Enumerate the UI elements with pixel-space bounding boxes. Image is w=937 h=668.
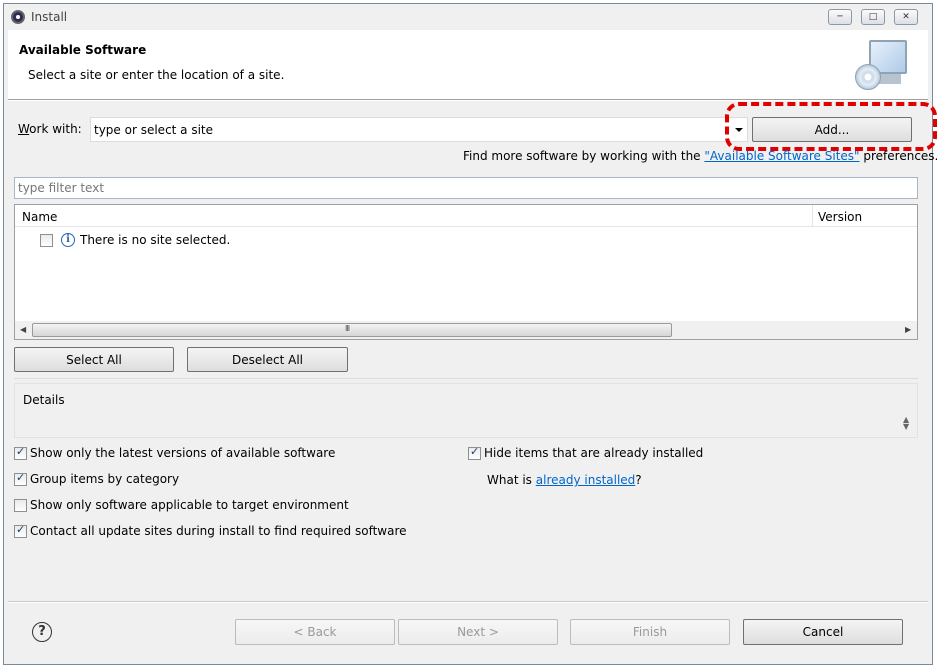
scroll-right-icon[interactable]: ▶: [905, 325, 911, 334]
column-name[interactable]: Name: [22, 210, 57, 224]
select-all-button[interactable]: Select All: [14, 347, 174, 372]
deselect-all-button[interactable]: Deselect All: [187, 347, 348, 372]
finish-button[interactable]: Finish: [570, 619, 730, 645]
details-panel: Details ▲ ▼: [14, 383, 918, 438]
work-with-label: Work with:: [18, 122, 82, 136]
next-button[interactable]: Next >: [398, 619, 558, 645]
hide-installed-checkbox[interactable]: [468, 445, 481, 460]
filter-input[interactable]: [15, 178, 917, 198]
wizard-header: Available Software Select a site or ente…: [8, 30, 928, 99]
filter-field[interactable]: [14, 177, 918, 199]
title-bar: Install ─ □ ✕: [4, 4, 932, 30]
target-environment-checkbox[interactable]: [14, 499, 27, 512]
install-window: Install ─ □ ✕ Available Software Select …: [3, 3, 937, 665]
monitor-cd-icon: [851, 36, 911, 94]
column-version[interactable]: Version: [818, 210, 862, 224]
find-more-text: Find more software by working with the "…: [463, 149, 937, 163]
page-title: Available Software: [19, 43, 147, 57]
row-checkbox[interactable]: [40, 234, 53, 247]
already-installed-text: What is already installed?: [487, 473, 642, 487]
software-tree[interactable]: Name Version i There is no site selected…: [14, 204, 918, 340]
scroll-thumb[interactable]: III: [32, 323, 672, 337]
work-with-input[interactable]: [94, 121, 714, 139]
available-software-sites-link[interactable]: "Available Software Sites": [704, 149, 859, 163]
already-installed-link[interactable]: already installed: [536, 473, 636, 487]
close-button[interactable]: ✕: [894, 9, 918, 25]
tree-row-label: There is no site selected.: [80, 233, 231, 247]
horizontal-scrollbar[interactable]: ◀ III ▶: [15, 321, 917, 339]
tree-row[interactable]: i There is no site selected.: [40, 231, 440, 251]
highlight-annotation: [725, 102, 937, 151]
cancel-button[interactable]: Cancel: [743, 619, 903, 645]
scroll-left-icon[interactable]: ◀: [20, 325, 26, 334]
page-subtitle: Select a site or enter the location of a…: [28, 68, 285, 82]
maximize-button[interactable]: □: [861, 9, 885, 25]
eclipse-icon: [11, 10, 25, 24]
details-label: Details: [23, 393, 65, 407]
work-with-combo[interactable]: [90, 117, 748, 142]
minimize-button[interactable]: ─: [828, 9, 852, 25]
group-by-category-checkbox[interactable]: [14, 471, 27, 486]
back-button[interactable]: < Back: [235, 619, 395, 645]
contact-update-sites-checkbox[interactable]: [14, 523, 27, 538]
help-icon[interactable]: ?: [32, 622, 52, 642]
window-title: Install: [31, 10, 68, 24]
latest-versions-checkbox[interactable]: [14, 445, 27, 460]
details-scroll-icon[interactable]: ▲ ▼: [903, 416, 909, 431]
tree-header: Name Version: [15, 205, 917, 227]
info-icon: i: [61, 233, 75, 247]
